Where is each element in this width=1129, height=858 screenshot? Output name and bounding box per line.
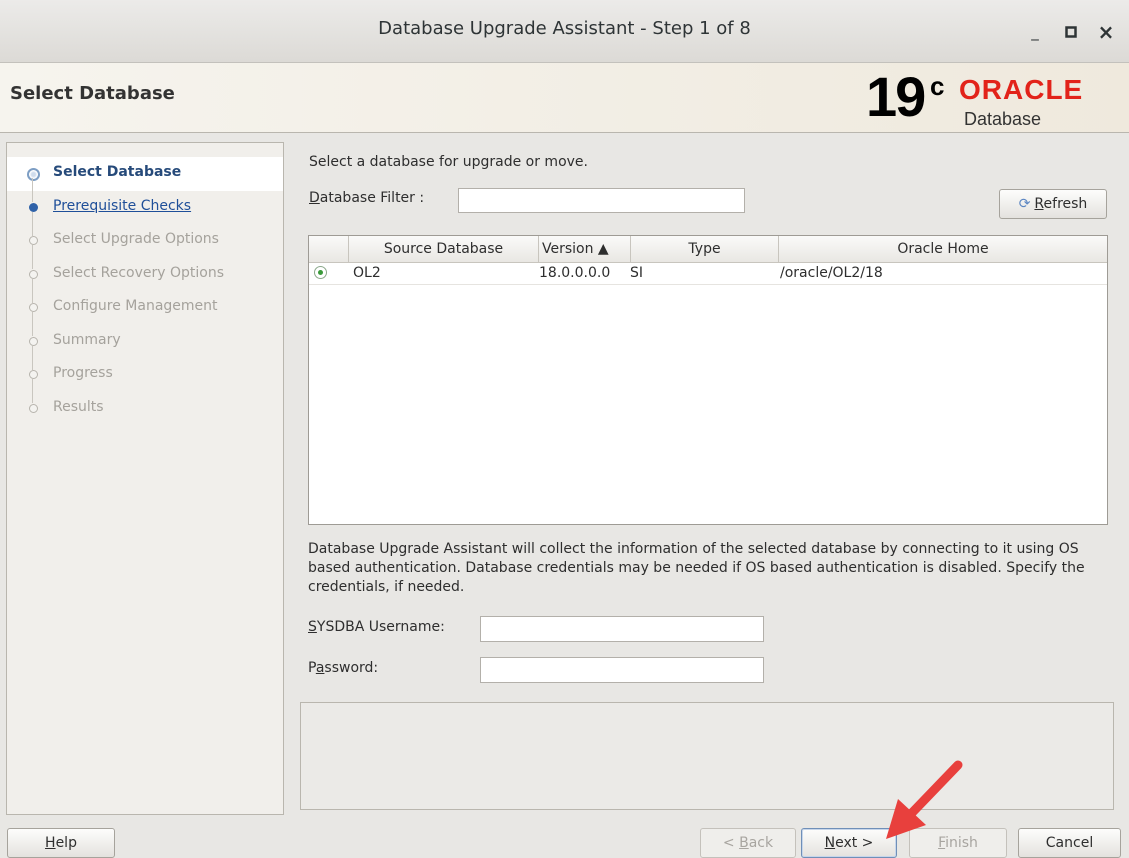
page-header: Select Database 19 c ORACLE Database: [0, 63, 1129, 133]
window-title: Database Upgrade Assistant - Step 1 of 8: [378, 18, 751, 39]
step-indicator-icon: [29, 303, 38, 312]
sidebar-step-select-database[interactable]: Select Database: [7, 157, 283, 202]
step-label: Prerequisite Checks: [53, 197, 192, 214]
step-indicator-icon: [27, 168, 40, 181]
step-indicator-icon: [29, 336, 38, 346]
logo-brand: ORACLE: [959, 74, 1084, 105]
version-header[interactable]: Version ▲: [539, 236, 631, 262]
oracle-home-header[interactable]: Oracle Home: [779, 236, 1107, 262]
message-panel: [300, 702, 1114, 810]
sidebar-step-prerequisite-checks[interactable]: Prerequisite Checks: [7, 191, 283, 236]
logo-product: Database: [964, 109, 1042, 129]
steps-sidebar: Select Database Prerequisite Checks Select…: [6, 142, 284, 815]
table-header: Source Database Version ▲ Type Oracle Ho…: [309, 236, 1107, 263]
step-indicator-icon: [29, 236, 38, 245]
refresh-icon: ⟳: [1018, 196, 1031, 212]
step-indicator-icon: [29, 370, 38, 379]
password-label: Password:: [308, 660, 379, 676]
version-cell: 18.0.0.0.0: [539, 265, 611, 281]
step-label: Select Upgrade Options: [53, 231, 219, 247]
oracle-logo: 19 c ORACLE Database: [866, 67, 1126, 131]
sysdba-username-input[interactable]: [480, 616, 764, 642]
password-input[interactable]: [480, 657, 764, 683]
instruction-text: Select a database for upgrade or move.: [309, 154, 588, 170]
step-indicator-icon: [29, 403, 38, 413]
sidebar-step-results: Results: [7, 392, 283, 426]
database-table: Source Database Version ▲ Type Oracle Ho…: [308, 235, 1108, 525]
back-button[interactable]: < Back: [700, 828, 796, 858]
type-header[interactable]: Type: [631, 236, 779, 262]
cancel-button[interactable]: Cancel: [1018, 828, 1121, 858]
logo-version: 19: [866, 65, 926, 128]
sysdba-username-label: SYSDBA Username:: [308, 619, 445, 635]
sidebar-step-configure-management: Configure Management: [7, 291, 283, 336]
close-icon[interactable]: ×: [1096, 22, 1116, 42]
sidebar-step-select-upgrade-options: Select Upgrade Options: [7, 224, 283, 269]
page-title: Select Database: [10, 83, 175, 104]
sidebar-step-summary: Summary: [7, 325, 283, 370]
minimize-icon[interactable]: _: [1025, 22, 1045, 42]
maximize-icon[interactable]: [1061, 22, 1081, 42]
row-select-cell[interactable]: [309, 262, 349, 284]
type-cell: SI: [630, 265, 644, 281]
row-radio-button[interactable]: [314, 266, 327, 279]
refresh-button[interactable]: ⟳ Refresh: [999, 189, 1107, 219]
logo-superscript: c: [930, 71, 945, 101]
source-database-header[interactable]: Source Database: [349, 236, 539, 262]
step-label: Results: [53, 398, 104, 415]
step-label: Configure Management: [53, 298, 218, 314]
sidebar-step-select-recovery-options: Select Recovery Options: [7, 258, 283, 303]
step-label: Summary: [53, 331, 121, 348]
database-filter-label: Database Filter :: [309, 190, 425, 206]
help-button[interactable]: Help: [7, 828, 115, 858]
database-filter-input[interactable]: [458, 188, 745, 213]
step-label: Progress: [53, 365, 113, 381]
table-row[interactable]: OL2 18.0.0.0.0 SI /oracle/OL2/18: [309, 262, 1107, 285]
select-column-header[interactable]: [309, 236, 349, 262]
credentials-info-text: Database Upgrade Assistant will collect …: [308, 541, 1085, 595]
step-indicator-icon: [29, 202, 38, 212]
step-label: Select Recovery Options: [53, 264, 225, 281]
step-indicator-icon: [29, 269, 38, 279]
window-titlebar: Database Upgrade Assistant - Step 1 of 8…: [0, 0, 1129, 63]
sidebar-step-progress: Progress: [7, 358, 283, 403]
annotation-arrow-icon: [886, 760, 963, 839]
oracle-home-cell: /oracle/OL2/18: [780, 265, 883, 281]
source-database-cell: OL2: [353, 265, 381, 281]
main-panel: Select a database for upgrade or move. D…: [288, 142, 1120, 817]
step-label: Select Database: [53, 164, 182, 180]
